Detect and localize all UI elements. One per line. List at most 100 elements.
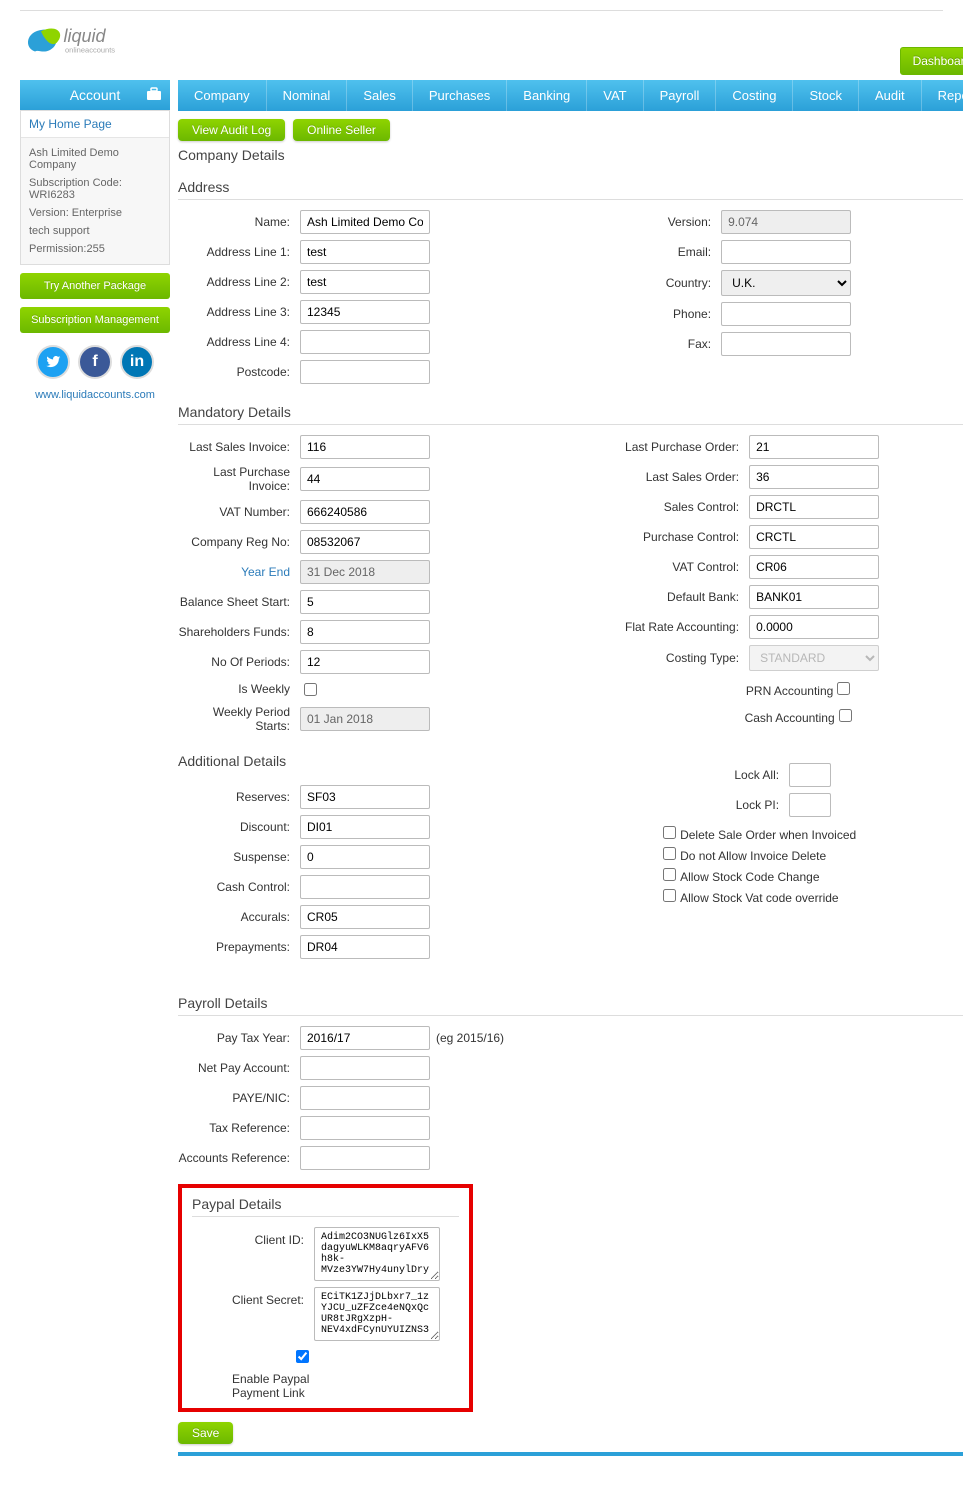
last-so-input[interactable]: [749, 465, 879, 489]
logo: liquid onlineaccounts: [20, 17, 170, 74]
weekly-start-input: [300, 707, 430, 731]
cash-acct-checkbox[interactable]: [839, 709, 852, 722]
twitter-icon[interactable]: [36, 345, 70, 379]
paypal-title: Paypal Details: [192, 1196, 459, 1212]
lock-all-input[interactable]: [789, 763, 831, 787]
last-purch-inv-input[interactable]: [300, 467, 430, 491]
payroll-title: Payroll Details: [178, 995, 963, 1011]
allow-stock-checkbox[interactable]: [663, 868, 676, 881]
sidebar-panel: My Home Page Ash Limited Demo Company Su…: [20, 110, 170, 265]
sales-ctrl-input[interactable]: [749, 495, 879, 519]
flat-rate-input[interactable]: [749, 615, 879, 639]
paye-input[interactable]: [300, 1086, 430, 1110]
allow-vat-checkbox[interactable]: [663, 889, 676, 902]
taxref-input[interactable]: [300, 1116, 430, 1140]
tab-banking[interactable]: Banking: [507, 80, 587, 111]
no-inv-del-checkbox[interactable]: [663, 847, 676, 860]
postcode-input[interactable]: [300, 360, 430, 384]
last-po-label: Last Purchase Order:: [599, 440, 749, 454]
paytax-input[interactable]: [300, 1026, 430, 1050]
last-sales-inv-input[interactable]: [300, 435, 430, 459]
dashboard-button[interactable]: Dashboard: [900, 47, 963, 75]
no-periods-input[interactable]: [300, 650, 430, 674]
save-button[interactable]: Save: [178, 1422, 233, 1444]
facebook-icon[interactable]: f: [78, 345, 112, 379]
flat-rate-label: Flat Rate Accounting:: [599, 620, 749, 634]
accurals-input[interactable]: [300, 905, 430, 929]
svg-text:onlineaccounts: onlineaccounts: [65, 45, 115, 54]
addr1-input[interactable]: [300, 240, 430, 264]
tab-stock[interactable]: Stock: [793, 80, 859, 111]
name-input[interactable]: [300, 210, 430, 234]
email-input[interactable]: [721, 240, 851, 264]
is-weekly-label: Is Weekly: [178, 682, 300, 696]
def-bank-input[interactable]: [749, 585, 879, 609]
linkedin-icon[interactable]: in: [120, 345, 154, 379]
phone-input[interactable]: [721, 302, 851, 326]
subscription-mgmt-button[interactable]: Subscription Management: [20, 307, 170, 333]
discount-label: Discount:: [178, 820, 300, 834]
vat-no-label: VAT Number:: [178, 505, 300, 519]
netpay-label: Net Pay Account:: [178, 1061, 300, 1075]
sidebar-subcode: Subscription Code: WRI6283: [29, 174, 161, 204]
taxref-label: Tax Reference:: [178, 1121, 300, 1135]
sharehold-input[interactable]: [300, 620, 430, 644]
try-package-button[interactable]: Try Another Package: [20, 273, 170, 299]
is-weekly-checkbox[interactable]: [304, 683, 317, 696]
client-secret-input[interactable]: [314, 1287, 440, 1341]
addr4-input[interactable]: [300, 330, 430, 354]
addr3-input[interactable]: [300, 300, 430, 324]
account-header[interactable]: Account: [20, 80, 170, 110]
last-so-label: Last Sales Order:: [599, 470, 749, 484]
client-secret-label: Client Secret:: [192, 1287, 314, 1307]
prn-acct-checkbox[interactable]: [837, 682, 850, 695]
tab-reports[interactable]: Reports: [922, 80, 963, 111]
suspense-input[interactable]: [300, 845, 430, 869]
tab-company[interactable]: Company: [178, 80, 267, 111]
discount-input[interactable]: [300, 815, 430, 839]
sharehold-label: Shareholders Funds:: [178, 625, 300, 639]
tab-audit[interactable]: Audit: [859, 80, 922, 111]
year-end-label[interactable]: Year End: [178, 565, 300, 579]
tab-sales[interactable]: Sales: [347, 80, 413, 111]
vat-no-input[interactable]: [300, 500, 430, 524]
fax-input[interactable]: [721, 332, 851, 356]
country-select[interactable]: U.K.: [721, 270, 851, 296]
enable-paypal-checkbox[interactable]: [296, 1350, 309, 1363]
site-link[interactable]: www.liquidaccounts.com: [20, 389, 170, 401]
addr3-label: Address Line 3:: [178, 305, 300, 319]
company-details-title: Company Details: [178, 147, 963, 163]
vat-ctrl-input[interactable]: [749, 555, 879, 579]
my-home-link[interactable]: My Home Page: [21, 111, 169, 138]
lock-pi-label: Lock PI:: [599, 798, 789, 812]
addr2-input[interactable]: [300, 270, 430, 294]
del-so-checkbox[interactable]: [663, 826, 676, 839]
tab-vat[interactable]: VAT: [587, 80, 643, 111]
purch-ctrl-input[interactable]: [749, 525, 879, 549]
postcode-label: Postcode:: [178, 365, 300, 379]
reserves-input[interactable]: [300, 785, 430, 809]
acctref-input[interactable]: [300, 1146, 430, 1170]
bal-sheet-input[interactable]: [300, 590, 430, 614]
netpay-input[interactable]: [300, 1056, 430, 1080]
cash-ctrl-input[interactable]: [300, 875, 430, 899]
view-audit-log-button[interactable]: View Audit Log: [178, 119, 285, 141]
del-so-label: Delete Sale Order when Invoiced: [680, 828, 856, 842]
address-title: Address: [178, 179, 963, 195]
tab-costing[interactable]: Costing: [716, 80, 793, 111]
allow-stock-label: Allow Stock Code Change: [680, 870, 819, 884]
comp-reg-input[interactable]: [300, 530, 430, 554]
tab-purchases[interactable]: Purchases: [413, 80, 507, 111]
tab-nominal[interactable]: Nominal: [267, 80, 348, 111]
prepay-input[interactable]: [300, 935, 430, 959]
last-po-input[interactable]: [749, 435, 879, 459]
online-seller-button[interactable]: Online Seller: [293, 119, 390, 141]
client-id-input[interactable]: [314, 1227, 440, 1281]
paytax-label: Pay Tax Year:: [178, 1031, 300, 1045]
allow-vat-label: Allow Stock Vat code override: [680, 891, 839, 905]
lock-pi-input[interactable]: [789, 793, 831, 817]
addr2-label: Address Line 2:: [178, 275, 300, 289]
purch-ctrl-label: Purchase Control:: [599, 530, 749, 544]
tab-payroll[interactable]: Payroll: [644, 80, 717, 111]
weekly-start-label: Weekly Period Starts:: [178, 705, 300, 733]
